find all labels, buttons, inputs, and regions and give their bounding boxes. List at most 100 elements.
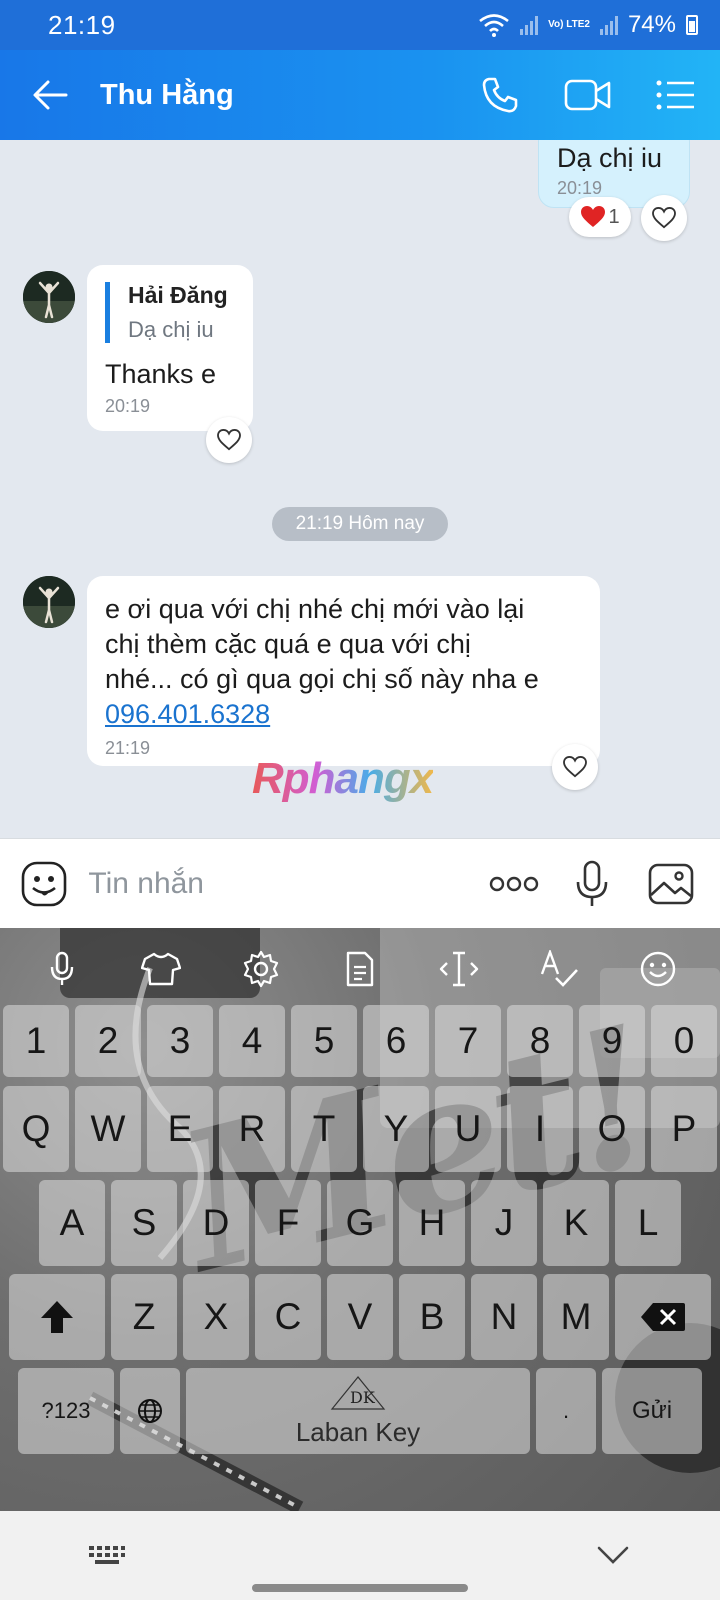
dk-designer-logo-icon: DK	[330, 1375, 386, 1410]
key-d[interactable]: D	[183, 1180, 249, 1266]
key-b[interactable]: B	[399, 1274, 465, 1360]
period-key[interactable]: .	[536, 1368, 596, 1454]
chat-area[interactable]: Dạ chị iu 20:19 1 Hải Đăng Dạ chị iu Tha…	[0, 140, 720, 838]
gear-icon	[243, 950, 278, 988]
letter-row-3: Z X C V B N M	[0, 1274, 720, 1360]
key-z[interactable]: Z	[111, 1274, 177, 1360]
key-s[interactable]: S	[111, 1180, 177, 1266]
keyboard-switch-button[interactable]	[82, 1537, 132, 1573]
video-call-button[interactable]	[544, 50, 632, 140]
date-separator: 21:19 Hôm nay	[272, 507, 448, 541]
quote-author: Hải Đăng	[128, 282, 228, 308]
message-composer	[0, 838, 720, 928]
volte-label: Vo) LTE2	[548, 19, 590, 30]
key-j[interactable]: J	[471, 1180, 537, 1266]
contact-name[interactable]: Thu Hằng	[100, 79, 456, 112]
voice-call-button[interactable]	[456, 50, 544, 140]
key-g[interactable]: G	[327, 1180, 393, 1266]
text-cursor-icon	[440, 951, 479, 987]
avatar[interactable]	[23, 576, 75, 628]
key-a[interactable]: A	[39, 1180, 105, 1266]
number-row: 1 2 3 4 5 6 7 8 9 0	[0, 1005, 720, 1077]
kb-clipboard-button[interactable]	[330, 939, 390, 999]
back-button[interactable]	[0, 50, 100, 140]
shift-key[interactable]	[9, 1274, 105, 1360]
key-n[interactable]: N	[471, 1274, 537, 1360]
key-0[interactable]: 0	[651, 1005, 717, 1077]
reaction-count-badge[interactable]: 1	[569, 197, 631, 237]
message-bubble-received[interactable]: Hải Đăng Dạ chị iu Thanks e 20:19	[87, 265, 253, 431]
react-heart-button[interactable]	[206, 417, 252, 463]
space-key[interactable]: DK Laban Key	[186, 1368, 530, 1454]
key-3[interactable]: 3	[147, 1005, 213, 1077]
kb-emoji-button[interactable]	[628, 939, 688, 999]
key-1[interactable]: 1	[3, 1005, 69, 1077]
home-indicator[interactable]	[252, 1584, 468, 1592]
spellcheck-icon	[540, 950, 578, 987]
avatar[interactable]	[23, 271, 75, 323]
key-l[interactable]: L	[615, 1180, 681, 1266]
phone-icon	[482, 77, 518, 113]
key-f[interactable]: F	[255, 1180, 321, 1266]
reply-quote[interactable]: Hải Đăng Dạ chị iu	[105, 282, 235, 343]
key-8[interactable]: 8	[507, 1005, 573, 1077]
key-4[interactable]: 4	[219, 1005, 285, 1077]
message-bubble-received[interactable]: e ơi qua với chị nhé chị mới vào lại chị…	[87, 576, 600, 766]
message-input[interactable]	[88, 853, 475, 914]
status-time: 21:19	[48, 9, 116, 40]
key-y[interactable]: Y	[363, 1086, 429, 1172]
wifi-icon	[479, 14, 509, 37]
more-options-button[interactable]	[474, 839, 553, 929]
emoji-sticker-button[interactable]	[0, 839, 88, 929]
key-6[interactable]: 6	[363, 1005, 429, 1077]
key-u[interactable]: U	[435, 1086, 501, 1172]
phone-number-link[interactable]: 096.401.6328	[105, 697, 270, 732]
key-x[interactable]: X	[183, 1274, 249, 1360]
kb-voice-button[interactable]	[32, 939, 92, 999]
key-k[interactable]: K	[543, 1180, 609, 1266]
message-text: Thanks e	[105, 359, 217, 389]
image-gallery-icon	[648, 863, 694, 904]
symbols-key[interactable]: ?123	[18, 1368, 114, 1454]
language-key[interactable]	[120, 1368, 180, 1454]
kb-cursor-button[interactable]	[429, 939, 489, 999]
chat-header: Thu Hằng	[0, 50, 720, 140]
message-line: nhé... có gì qua gọi chị số này nha e	[105, 664, 539, 694]
key-e[interactable]: E	[147, 1086, 213, 1172]
kb-settings-button[interactable]	[231, 939, 291, 999]
message-text: Dạ chị iu	[557, 143, 663, 173]
kb-theme-button[interactable]	[131, 939, 191, 999]
menu-button[interactable]	[632, 50, 720, 140]
red-heart-icon	[581, 206, 606, 227]
key-i[interactable]: I	[507, 1086, 573, 1172]
key-w[interactable]: W	[75, 1086, 141, 1172]
key-p[interactable]: P	[651, 1086, 717, 1172]
shift-arrow-icon	[41, 1301, 73, 1333]
send-key[interactable]: Gửi	[602, 1368, 702, 1454]
key-9[interactable]: 9	[579, 1005, 645, 1077]
send-image-button[interactable]	[631, 839, 710, 929]
emoji-face-icon	[21, 861, 67, 906]
key-2[interactable]: 2	[75, 1005, 141, 1077]
key-r[interactable]: R	[219, 1086, 285, 1172]
key-7[interactable]: 7	[435, 1005, 501, 1077]
avatar-photo-icon	[23, 271, 75, 323]
key-h[interactable]: H	[399, 1180, 465, 1266]
key-t[interactable]: T	[291, 1086, 357, 1172]
kb-spellcheck-button[interactable]	[529, 939, 589, 999]
key-m[interactable]: M	[543, 1274, 609, 1360]
key-q[interactable]: Q	[3, 1086, 69, 1172]
heart-outline-icon	[563, 756, 587, 778]
message-time: 20:19	[105, 396, 151, 416]
key-c[interactable]: C	[255, 1274, 321, 1360]
key-o[interactable]: O	[579, 1086, 645, 1172]
keyboard: Met! 1 2 3 4 5 6 7 8 9 0 Q W E R T Y U I…	[0, 928, 720, 1511]
hide-keyboard-button[interactable]	[588, 1537, 638, 1573]
backspace-key[interactable]	[615, 1274, 711, 1360]
key-v[interactable]: V	[327, 1274, 393, 1360]
react-heart-button[interactable]	[641, 195, 687, 241]
react-heart-button[interactable]	[552, 744, 598, 790]
backspace-icon	[641, 1303, 685, 1331]
voice-record-button[interactable]	[553, 839, 632, 929]
key-5[interactable]: 5	[291, 1005, 357, 1077]
